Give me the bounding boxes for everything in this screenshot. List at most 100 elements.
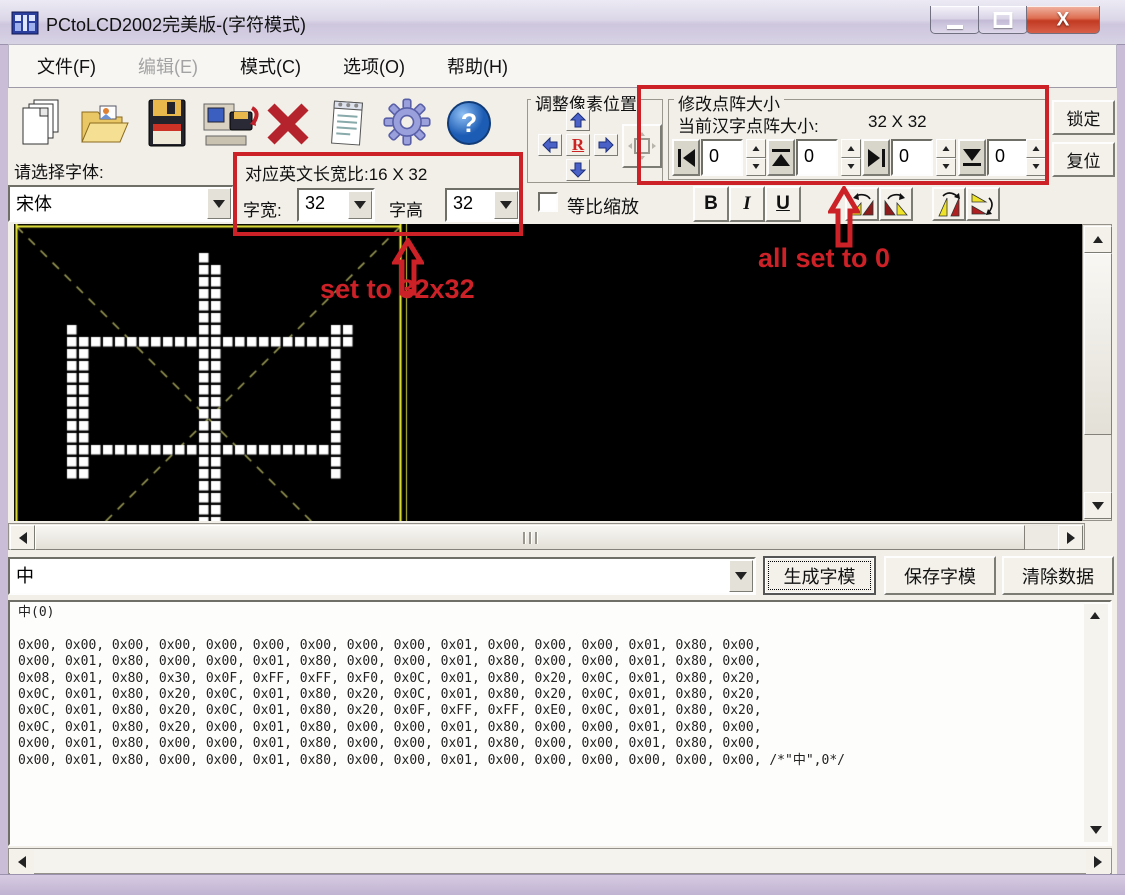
rotate-right-button[interactable] — [879, 187, 913, 221]
move-right-button[interactable] — [594, 134, 618, 156]
output-vertical-scrollbar[interactable] — [1084, 604, 1108, 842]
window-title: PCtoLCD2002完美版-(字符模式) — [46, 15, 307, 35]
top-offset-field[interactable]: 0 — [796, 139, 838, 176]
spin-down-button[interactable] — [746, 157, 766, 176]
spin-up-button[interactable] — [1026, 139, 1046, 158]
proportional-scale-checkbox[interactable] — [538, 192, 558, 212]
save-button[interactable] — [142, 94, 192, 152]
maximize-icon — [993, 11, 1013, 28]
flip-vertical-button[interactable] — [932, 187, 966, 221]
svg-text:?: ? — [461, 108, 478, 138]
shrink-left-button[interactable] — [672, 139, 700, 176]
char-width-dropdown-button[interactable] — [348, 191, 372, 219]
arrow-down-icon — [570, 162, 586, 178]
shrink-right-button[interactable] — [862, 139, 890, 176]
menu-edit[interactable]: 编辑(E) — [124, 49, 212, 83]
char-input-combo[interactable]: 中 — [8, 557, 756, 595]
flip-horizontal-button[interactable] — [966, 187, 1000, 221]
move-left-button[interactable] — [538, 134, 562, 156]
chevron-down-icon — [735, 572, 747, 580]
save-model-button[interactable]: 保存字模 — [884, 556, 996, 595]
output-horizontal-scrollbar[interactable] — [8, 848, 1112, 874]
underline-button[interactable]: U — [765, 186, 801, 222]
maximize-button[interactable] — [978, 6, 1028, 34]
bold-button[interactable]: B — [693, 186, 729, 222]
canvas-vscroll-thumb[interactable] — [1084, 253, 1112, 435]
bottom-edge-icon — [963, 149, 981, 166]
char-height-combo[interactable]: 32 — [445, 188, 521, 222]
delete-x-icon — [267, 103, 309, 145]
ratio-label: 对应英文长宽比:16 X 32 — [245, 165, 428, 184]
spin-up-button[interactable] — [936, 139, 956, 158]
font-select-dropdown-button[interactable] — [207, 188, 231, 219]
delete-button[interactable] — [262, 98, 314, 150]
flip-vertical-icon — [938, 192, 960, 217]
spin-down-icon — [847, 164, 855, 170]
char-height-value: 32 — [453, 193, 474, 213]
bottom-offset-spinner[interactable] — [1026, 139, 1046, 176]
reset-button[interactable]: 复位 — [1052, 142, 1115, 177]
char-height-label: 字高 — [389, 201, 423, 220]
new-file-button[interactable] — [12, 94, 66, 150]
menu-file[interactable]: 文件(F) — [23, 49, 110, 83]
close-button[interactable]: X — [1026, 6, 1100, 34]
help-button[interactable]: ? — [442, 96, 496, 150]
char-width-combo[interactable]: 32 — [297, 188, 375, 222]
scroll-left-button[interactable] — [10, 850, 34, 874]
clear-data-button[interactable]: 清除数据 — [1002, 556, 1114, 595]
move-up-button[interactable] — [566, 109, 590, 131]
canvas-vertical-scrollbar[interactable] — [1082, 224, 1112, 521]
settings-button[interactable] — [380, 94, 434, 150]
shrink-bottom-button[interactable] — [958, 139, 986, 176]
output-textarea[interactable]: 中(0) 0x00, 0x00, 0x00, 0x00, 0x00, 0x00,… — [8, 600, 1112, 846]
char-height-dropdown-button[interactable] — [494, 191, 518, 219]
scroll-grip-icon — [36, 526, 1024, 549]
char-input-dropdown-button[interactable] — [729, 560, 753, 592]
move-down-button[interactable] — [566, 159, 590, 181]
scroll-right-button[interactable] — [1086, 850, 1110, 874]
open-file-button[interactable] — [74, 96, 132, 152]
new-file-icon — [22, 99, 59, 145]
notes-button[interactable] — [320, 94, 372, 152]
save-as-button[interactable] — [198, 96, 262, 152]
lock-button[interactable]: 锁定 — [1052, 100, 1115, 135]
char-input-value[interactable]: 中 — [10, 559, 728, 593]
generate-button[interactable]: 生成字模 — [763, 556, 876, 595]
menu-help[interactable]: 帮助(H) — [433, 49, 522, 83]
spin-down-button[interactable] — [1026, 157, 1046, 176]
dot-matrix-canvas[interactable] — [14, 224, 1082, 521]
scroll-up-button[interactable] — [1084, 226, 1112, 253]
canvas-horizontal-scrollbar[interactable] — [8, 523, 1085, 550]
menu-options[interactable]: 选项(O) — [329, 49, 419, 83]
char-width-value: 32 — [305, 193, 326, 213]
right-offset-spinner[interactable] — [936, 139, 956, 176]
spin-down-button[interactable] — [841, 157, 861, 176]
left-offset-field[interactable]: 0 — [701, 139, 743, 176]
shrink-top-button[interactable] — [767, 139, 795, 176]
spin-up-button[interactable] — [746, 139, 766, 158]
italic-button[interactable]: I — [729, 186, 765, 222]
top-offset-spinner[interactable] — [841, 139, 861, 176]
rotate-left-button[interactable] — [845, 187, 879, 221]
canvas-hscroll-thumb[interactable] — [35, 525, 1025, 550]
left-offset-spinner[interactable] — [746, 139, 766, 176]
menu-mode[interactable]: 模式(C) — [226, 49, 315, 83]
scroll-right-button[interactable] — [1058, 525, 1083, 550]
scroll-up-icon — [1093, 236, 1103, 243]
center-fit-button[interactable] — [622, 124, 662, 168]
scroll-left-button[interactable] — [10, 525, 35, 550]
spin-down-button[interactable] — [936, 157, 956, 176]
open-folder-icon — [81, 105, 129, 143]
spin-up-button[interactable] — [841, 139, 861, 158]
reset-position-button[interactable]: R — [566, 134, 590, 156]
spin-down-icon — [1032, 164, 1040, 170]
minimize-button[interactable] — [930, 6, 980, 34]
spin-up-icon — [752, 145, 760, 151]
right-offset-field[interactable]: 0 — [891, 139, 933, 176]
bottom-offset-field[interactable]: 0 — [987, 139, 1029, 176]
scroll-down-button[interactable] — [1084, 492, 1112, 519]
font-select-combo[interactable]: 宋体 — [8, 185, 234, 222]
spin-up-icon — [847, 145, 855, 151]
rotate-right-icon — [884, 193, 908, 216]
output-hex-line: 0x00, 0x00, 0x00, 0x00, 0x00, 0x00, 0x00… — [18, 637, 762, 653]
